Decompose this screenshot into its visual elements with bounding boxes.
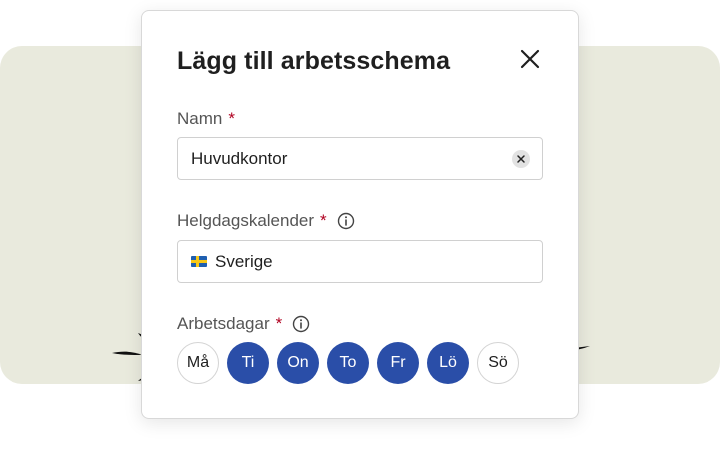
- required-mark: *: [228, 109, 235, 128]
- day-toggle-monday[interactable]: Må: [177, 342, 219, 384]
- day-label: To: [339, 354, 357, 371]
- day-label: Lö: [439, 354, 457, 371]
- day-toggle-thursday[interactable]: To: [327, 342, 369, 384]
- clear-name-button[interactable]: [512, 150, 530, 168]
- flag-sweden-icon: [191, 256, 207, 267]
- workdays-label-text: Arbetsdagar: [177, 314, 270, 333]
- name-input-value: Huvudkontor: [191, 148, 288, 168]
- day-label: Fr: [390, 354, 406, 371]
- required-mark: *: [320, 211, 327, 230]
- day-toggle-friday[interactable]: Fr: [377, 342, 419, 384]
- workday-picker: Må Ti On To Fr Lö Sö: [177, 342, 519, 384]
- close-icon: [520, 49, 540, 69]
- day-label: Må: [186, 354, 210, 371]
- holiday-calendar-select[interactable]: Sverige: [177, 240, 543, 283]
- day-toggle-saturday[interactable]: Lö: [427, 342, 469, 384]
- info-icon[interactable]: [292, 315, 310, 333]
- holiday-calendar-label: Helgdagskalender *: [177, 211, 355, 231]
- holiday-calendar-label-text: Helgdagskalender: [177, 211, 315, 230]
- stage: Lägg till arbetsschema Namn * Huvudkonto…: [0, 0, 720, 451]
- name-label: Namn *: [177, 109, 235, 129]
- add-work-schedule-dialog: Lägg till arbetsschema Namn * Huvudkonto…: [141, 10, 579, 419]
- holiday-calendar-value: Sverige: [215, 251, 273, 271]
- dialog-title: Lägg till arbetsschema: [177, 47, 451, 75]
- required-mark: *: [275, 314, 283, 333]
- day-toggle-wednesday[interactable]: On: [277, 342, 319, 384]
- close-button[interactable]: [518, 47, 542, 71]
- name-input[interactable]: Huvudkontor: [177, 137, 543, 180]
- day-toggle-sunday[interactable]: Sö: [477, 342, 519, 384]
- day-label: Ti: [241, 354, 255, 371]
- info-icon[interactable]: [337, 212, 355, 230]
- day-label: Sö: [488, 354, 508, 371]
- workdays-label: Arbetsdagar *: [177, 314, 310, 334]
- name-label-text: Namn: [177, 109, 223, 128]
- day-toggle-tuesday[interactable]: Ti: [227, 342, 269, 384]
- day-label: On: [287, 354, 309, 371]
- clear-icon: [517, 155, 525, 163]
